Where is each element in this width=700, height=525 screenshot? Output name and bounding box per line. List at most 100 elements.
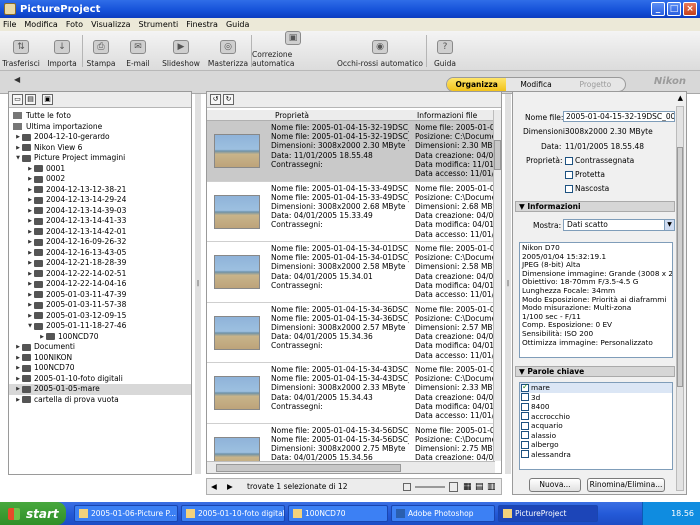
marked-checkbox[interactable]: [565, 157, 573, 165]
tree-expander-icon[interactable]: ▼: [27, 321, 33, 332]
task-pictureproject[interactable]: PictureProject: [498, 505, 598, 522]
keyword-checkbox[interactable]: [521, 431, 529, 440]
tree-item[interactable]: ▶ 2005-01-03-11-57-38: [9, 300, 191, 311]
photo-row[interactable]: Nome file: 2005-01-04-15-34-43DSC_0047No…: [207, 363, 495, 424]
tree-expander-icon[interactable]: ▶: [15, 363, 21, 374]
open-folder-icon[interactable]: ▭: [12, 94, 23, 105]
tree-item[interactable]: ▶ cartella di prova vuota: [9, 395, 191, 406]
new-keyword-button[interactable]: Nuova...: [529, 478, 581, 492]
left-splitter[interactable]: ‖: [195, 94, 201, 474]
list-vertical-scrollbar[interactable]: [493, 110, 501, 461]
photo-thumbnail[interactable]: [214, 436, 260, 461]
tree-expander-icon[interactable]: ▶: [27, 311, 33, 322]
keyword-item[interactable]: 3d: [520, 393, 672, 403]
photo-thumbnail[interactable]: [214, 194, 260, 229]
print-button[interactable]: ⎙ Stampa: [83, 31, 119, 71]
keyword-checkbox[interactable]: [521, 393, 529, 402]
tree-expander-icon[interactable]: ▶: [27, 300, 33, 311]
tree-expander-icon[interactable]: ▶: [15, 395, 21, 406]
task-picture-project-window[interactable]: 2005-01-06-Picture P...: [74, 505, 178, 522]
tree-expander-icon[interactable]: ▶: [27, 227, 33, 238]
tree-item[interactable]: ▶ 2004-12-21-18-28-39: [9, 258, 191, 269]
folder-view-icon[interactable]: ▤: [25, 94, 36, 105]
tab-edit[interactable]: Modifica: [506, 78, 565, 91]
list-view-icon[interactable]: ▤: [475, 482, 484, 492]
filename-field[interactable]: 2005-01-04-15-32-19DSC_004...: [563, 111, 675, 122]
start-button[interactable]: start: [0, 502, 66, 525]
tree-expander-icon[interactable]: ▶: [27, 269, 33, 280]
tree-expander-icon[interactable]: ▶: [15, 384, 21, 395]
transfer-button[interactable]: ⇅ Trasferisci: [0, 31, 42, 71]
keyword-item[interactable]: accrocchio: [520, 412, 672, 422]
flag-hidden[interactable]: Nascosta: [565, 184, 609, 193]
list-vertical-scroll-thumb[interactable]: [494, 140, 501, 170]
last-import-item[interactable]: Ultima importazione: [9, 121, 191, 132]
tree-expander-icon[interactable]: ▶: [39, 332, 45, 343]
column-file-info[interactable]: Informazioni file: [417, 110, 477, 121]
burn-button[interactable]: ◎ Masterizza: [205, 31, 251, 71]
tree-expander-icon[interactable]: ▶: [27, 216, 33, 227]
zoom-small-icon[interactable]: [403, 483, 411, 491]
task-foto-digitali[interactable]: 2005-01-10-foto digitali: [181, 505, 285, 522]
tree-item[interactable]: ▶ 2004-12-16-13-43-05: [9, 248, 191, 259]
info-scroll-thumb[interactable]: [677, 147, 683, 387]
minimize-button[interactable]: _: [651, 2, 665, 16]
slideshow-button[interactable]: ▶ Slideshow: [157, 31, 205, 71]
tab-organize[interactable]: Organizza: [447, 78, 507, 91]
zoom-large-icon[interactable]: [449, 482, 458, 492]
tree-expander-icon[interactable]: ▶: [27, 164, 33, 175]
keyword-checkbox[interactable]: [521, 402, 529, 411]
info-section-header[interactable]: ▼ Informazioni: [515, 201, 675, 212]
keyword-checkbox[interactable]: [521, 450, 529, 459]
tree-item[interactable]: ▶ 2004-12-22-14-02-51: [9, 269, 191, 280]
photo-thumbnail[interactable]: [214, 376, 260, 410]
tree-expander-icon[interactable]: ▶: [15, 342, 21, 353]
tree-item[interactable]: ▶ 100NCD70: [9, 363, 191, 374]
tree-expander-icon[interactable]: ▶: [27, 185, 33, 196]
keyword-item[interactable]: alassio: [520, 431, 672, 441]
scroll-up-icon[interactable]: ▲: [678, 94, 683, 102]
tree-expander-icon[interactable]: ▶: [27, 248, 33, 259]
rotate-right-icon[interactable]: ↻: [223, 94, 234, 105]
tree-expander-icon[interactable]: ▶: [27, 258, 33, 269]
tree-item[interactable]: ▼ 2005-01-11-18-27-46: [9, 321, 191, 332]
tree-item[interactable]: ▶ 0002: [9, 174, 191, 185]
email-button[interactable]: ✉ E-mail: [119, 31, 157, 71]
tree-expander-icon[interactable]: ▶: [27, 174, 33, 185]
tree-item[interactable]: ▶ 2005-01-10-foto digitali: [9, 374, 191, 385]
chevron-down-icon[interactable]: ▼: [664, 220, 674, 230]
photo-thumbnail[interactable]: [214, 255, 260, 289]
keyword-checkbox[interactable]: [521, 421, 529, 430]
keyword-checkbox[interactable]: [521, 383, 529, 392]
tab-project[interactable]: Progetto: [566, 78, 625, 91]
hidden-checkbox[interactable]: [565, 185, 573, 193]
collection-icon[interactable]: ▣: [42, 94, 53, 105]
info-scrollbar[interactable]: [676, 106, 684, 491]
keyword-item[interactable]: alessandra: [520, 450, 672, 460]
list-horizontal-scrollbar[interactable]: [207, 461, 495, 473]
flag-protected[interactable]: Protetta: [565, 170, 605, 179]
photo-row[interactable]: Nome file: 2005-01-04-15-34-56DSC_0048No…: [207, 423, 495, 461]
keyword-item[interactable]: albergo: [520, 440, 672, 450]
photo-thumbnail[interactable]: [214, 134, 260, 168]
tree-item[interactable]: ▼ Picture Project immagini: [9, 153, 191, 164]
all-photos-item[interactable]: Tutte le foto: [9, 110, 191, 121]
red-eye-button[interactable]: ◉ Occhi-rossi automatico: [334, 31, 426, 71]
tree-expander-icon[interactable]: ▶: [27, 206, 33, 217]
menu-visualizza[interactable]: Visualizza: [91, 20, 130, 29]
tree-expander-icon[interactable]: ▶: [15, 132, 21, 143]
menu-finestra[interactable]: Finestra: [186, 20, 218, 29]
show-select[interactable]: Dati scatto ▼: [563, 219, 675, 231]
photo-row[interactable]: Nome file: 2005-01-04-15-34-01DSC_0045No…: [207, 242, 495, 303]
close-button[interactable]: ×: [683, 2, 697, 16]
menu-strumenti[interactable]: Strumenti: [138, 20, 178, 29]
thumbnail-size-slider[interactable]: [415, 486, 445, 488]
tree-expander-icon[interactable]: ▶: [27, 290, 33, 301]
grid-view-icon[interactable]: ▦: [463, 482, 472, 492]
column-properties[interactable]: Proprietà: [275, 110, 309, 121]
list-horizontal-scroll-thumb[interactable]: [216, 464, 401, 472]
flag-marked[interactable]: Contrassegnata: [565, 156, 634, 165]
tree-expander-icon[interactable]: ▶: [15, 143, 21, 154]
tree-item[interactable]: ▶ 2004-12-13-14-29-24: [9, 195, 191, 206]
photo-row[interactable]: Nome file: 2005-01-04-15-33-49DSC_0044No…: [207, 181, 495, 242]
